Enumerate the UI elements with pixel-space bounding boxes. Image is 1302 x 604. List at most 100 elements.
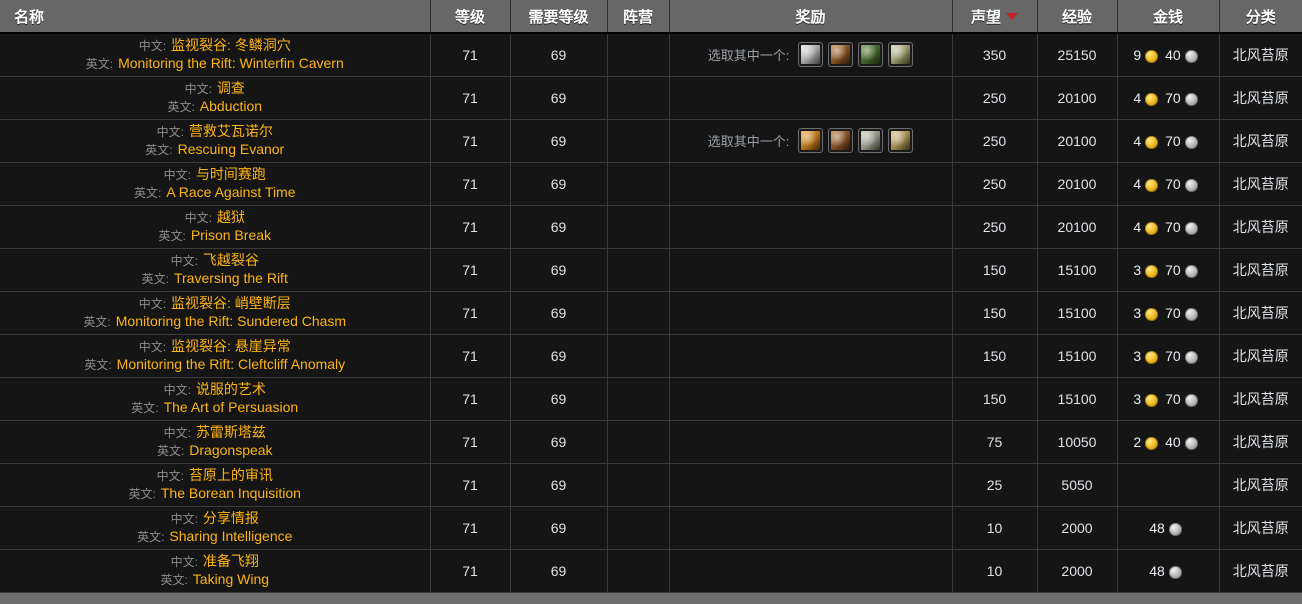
quest-money-cell: 48 — [1117, 549, 1220, 593]
quest-rewards-cell — [669, 377, 953, 421]
reward-item-leather-icon[interactable] — [828, 42, 854, 68]
quest-link-en[interactable]: Dragonspeak — [189, 442, 272, 458]
quest-faction-cell — [607, 291, 670, 335]
reward-item-cloth-icon[interactable] — [798, 42, 824, 68]
quest-required-level-cell: 69 — [510, 76, 608, 120]
quest-link-en[interactable]: Prison Break — [191, 227, 271, 243]
quest-name-cell: 中文: 调查 英文: Abduction — [0, 76, 431, 120]
quest-name-en-line: 英文: Monitoring the Rift: Winterfin Cavern — [4, 55, 426, 73]
quest-link-en[interactable]: The Art of Persuasion — [164, 399, 299, 415]
quest-link-zh[interactable]: 监视裂谷: 冬鳞洞穴 — [171, 37, 291, 53]
column-header-faction-label: 阵营 — [622, 8, 653, 26]
quest-link-zh[interactable]: 苏雷斯塔兹 — [196, 424, 266, 440]
quest-required-level-cell: 69 — [510, 205, 608, 249]
quest-link-en[interactable]: Taking Wing — [193, 571, 269, 587]
quest-link-en[interactable]: Abduction — [200, 98, 262, 114]
quest-level-cell: 71 — [430, 291, 511, 335]
money-value-group: 3 70 — [1133, 348, 1202, 364]
money-silver-amount: 48 — [1149, 519, 1165, 536]
quest-link-zh[interactable]: 准备飞翔 — [203, 553, 259, 569]
quest-link-en[interactable]: Sharing Intelligence — [169, 528, 292, 544]
quest-money-cell: 4 70 — [1117, 205, 1220, 249]
quest-category-cell: 北风苔原 — [1219, 463, 1302, 507]
quest-link-zh[interactable]: 说服的艺术 — [196, 381, 266, 397]
table-row: 中文: 营救艾瓦诺尔 英文: Rescuing Evanor 71 69 选取其中一个: 25… — [0, 119, 1302, 163]
quest-link-zh[interactable]: 越狱 — [217, 209, 245, 225]
lang-label-zh: 中文: — [138, 38, 167, 53]
column-header-category[interactable]: 分类 — [1219, 0, 1302, 34]
quest-link-zh[interactable]: 与时间赛跑 — [196, 166, 266, 182]
gold-coin-icon — [1145, 351, 1159, 364]
column-header-rewards[interactable]: 奖励 — [669, 0, 953, 34]
silver-coin-icon — [1168, 523, 1182, 536]
quest-link-zh[interactable]: 飞越裂谷 — [203, 252, 259, 268]
quest-level-cell: 71 — [430, 76, 511, 120]
quest-rewards-cell: 选取其中一个: — [669, 119, 953, 163]
quest-rewards-cell — [669, 463, 953, 507]
quest-link-zh[interactable]: 苔原上的审讯 — [189, 467, 273, 483]
quest-link-en[interactable]: Monitoring the Rift: Sundered Chasm — [116, 313, 346, 329]
column-header-level[interactable]: 等级 — [430, 0, 511, 34]
column-header-money[interactable]: 金钱 — [1117, 0, 1220, 34]
quest-link-en[interactable]: Rescuing Evanor — [178, 141, 285, 157]
quest-money-cell: 9 40 — [1117, 32, 1220, 77]
column-header-name[interactable]: 名称 — [0, 0, 431, 34]
quest-experience-cell: 20100 — [1037, 162, 1118, 206]
money-gold-amount: 4 — [1133, 132, 1142, 149]
column-header-experience[interactable]: 经验 — [1037, 0, 1118, 34]
money-value-group: 4 70 — [1133, 133, 1202, 149]
quest-name-cell: 中文: 飞越裂谷 英文: Traversing the Rift — [0, 248, 431, 292]
column-header-name-label: 名称 — [14, 8, 45, 26]
quest-link-zh[interactable]: 调查 — [217, 80, 245, 96]
quest-required-level-cell: 69 — [510, 463, 608, 507]
table-row: 中文: 准备飞翔 英文: Taking Wing 71 69 10 2000 48 北风苔原 — [0, 549, 1302, 593]
reward-item-shoulders-icon[interactable] — [888, 128, 914, 153]
lang-label-zh: 中文: — [184, 210, 212, 225]
table-row: 中文: 分享情报 英文: Sharing Intelligence 71 69 10 2000… — [0, 506, 1302, 550]
column-header-required-level[interactable]: 需要等级 — [510, 0, 608, 34]
quest-experience-cell: 15100 — [1037, 334, 1118, 378]
quest-link-en[interactable]: A Race Against Time — [166, 184, 295, 200]
quest-level-cell: 71 — [430, 32, 511, 77]
quest-link-en[interactable]: Traversing the Rift — [174, 270, 288, 286]
quest-category-cell: 北风苔原 — [1219, 76, 1302, 120]
money-silver-amount: 40 — [1165, 433, 1181, 450]
quest-reputation-cell: 75 — [952, 420, 1038, 464]
quest-link-zh[interactable]: 监视裂谷: 峭壁断层 — [171, 295, 291, 311]
money-gold-amount: 9 — [1133, 46, 1142, 63]
money-value-group: 9 40 — [1133, 46, 1202, 64]
reward-item-boots-icon[interactable] — [828, 128, 854, 153]
sort-descending-arrow-icon — [1006, 13, 1018, 21]
reward-item-plate-icon[interactable] — [888, 42, 914, 68]
silver-coin-icon — [1184, 351, 1198, 364]
quest-name-zh-line: 中文: 苔原上的审讯 — [4, 467, 426, 485]
quest-rewards-cell — [669, 162, 953, 206]
quest-money-cell — [1117, 463, 1220, 507]
table-footer-strip — [0, 592, 1302, 604]
quest-link-zh[interactable]: 监视裂谷: 悬崖异常 — [171, 338, 291, 354]
quest-link-en[interactable]: The Borean Inquisition — [161, 485, 301, 501]
quest-name-zh-line: 中文: 越狱 — [4, 209, 426, 227]
quest-faction-cell — [607, 420, 670, 464]
quest-name-en-line: 英文: The Borean Inquisition — [4, 485, 426, 503]
reward-item-mail-icon[interactable] — [858, 42, 884, 68]
reward-item-bracers-icon[interactable] — [858, 128, 884, 153]
quest-link-zh[interactable]: 营救艾瓦诺尔 — [189, 123, 273, 139]
quest-name-zh-line: 中文: 监视裂谷: 冬鳞洞穴 — [4, 37, 426, 55]
gold-coin-icon — [1145, 308, 1159, 321]
column-header-faction[interactable]: 阵营 — [607, 0, 670, 34]
quest-link-zh[interactable]: 分享情报 — [203, 510, 259, 526]
quest-required-level-cell: 69 — [510, 162, 608, 206]
quest-link-en[interactable]: Monitoring the Rift: Winterfin Cavern — [118, 55, 344, 71]
money-silver-amount: 70 — [1165, 261, 1181, 278]
table-row: 中文: 苏雷斯塔兹 英文: Dragonspeak 71 69 75 10050 2 40 北风苔原 — [0, 420, 1302, 464]
quest-reputation-cell: 150 — [952, 377, 1038, 421]
silver-coin-icon — [1184, 308, 1198, 321]
lang-label-zh: 中文: — [184, 81, 212, 96]
column-header-reputation[interactable]: 声望 — [952, 0, 1038, 34]
quest-rewards-cell — [669, 248, 953, 292]
money-gold-amount: 4 — [1133, 89, 1142, 106]
quest-link-en[interactable]: Monitoring the Rift: Cleftcliff Anomaly — [117, 356, 346, 372]
lang-label-en: 英文: — [156, 443, 185, 458]
reward-item-gloves-icon[interactable] — [798, 128, 824, 153]
